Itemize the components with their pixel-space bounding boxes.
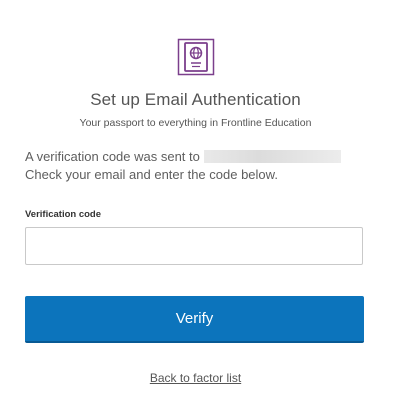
back-link-wrap: Back to factor list [0, 371, 391, 385]
verify-button[interactable]: Verify [25, 296, 364, 343]
verification-code-label: Verification code [25, 209, 102, 220]
verification-code-input[interactable] [25, 227, 363, 265]
back-to-factor-list-link[interactable]: Back to factor list [150, 371, 241, 385]
page-subtitle: Your passport to everything in Frontline… [79, 117, 312, 129]
message-sent-text: A verification code was sent to [25, 149, 200, 164]
message-line-1: A verification code was sent to [25, 148, 385, 166]
passport-icon [177, 38, 215, 76]
authentication-card: Set up Email Authentication Your passpor… [0, 0, 403, 414]
verification-message: A verification code was sent to Check yo… [25, 148, 385, 184]
page-title: Set up Email Authentication [90, 90, 301, 109]
redacted-email [203, 150, 341, 163]
message-line-2: Check your email and enter the code belo… [25, 167, 278, 182]
